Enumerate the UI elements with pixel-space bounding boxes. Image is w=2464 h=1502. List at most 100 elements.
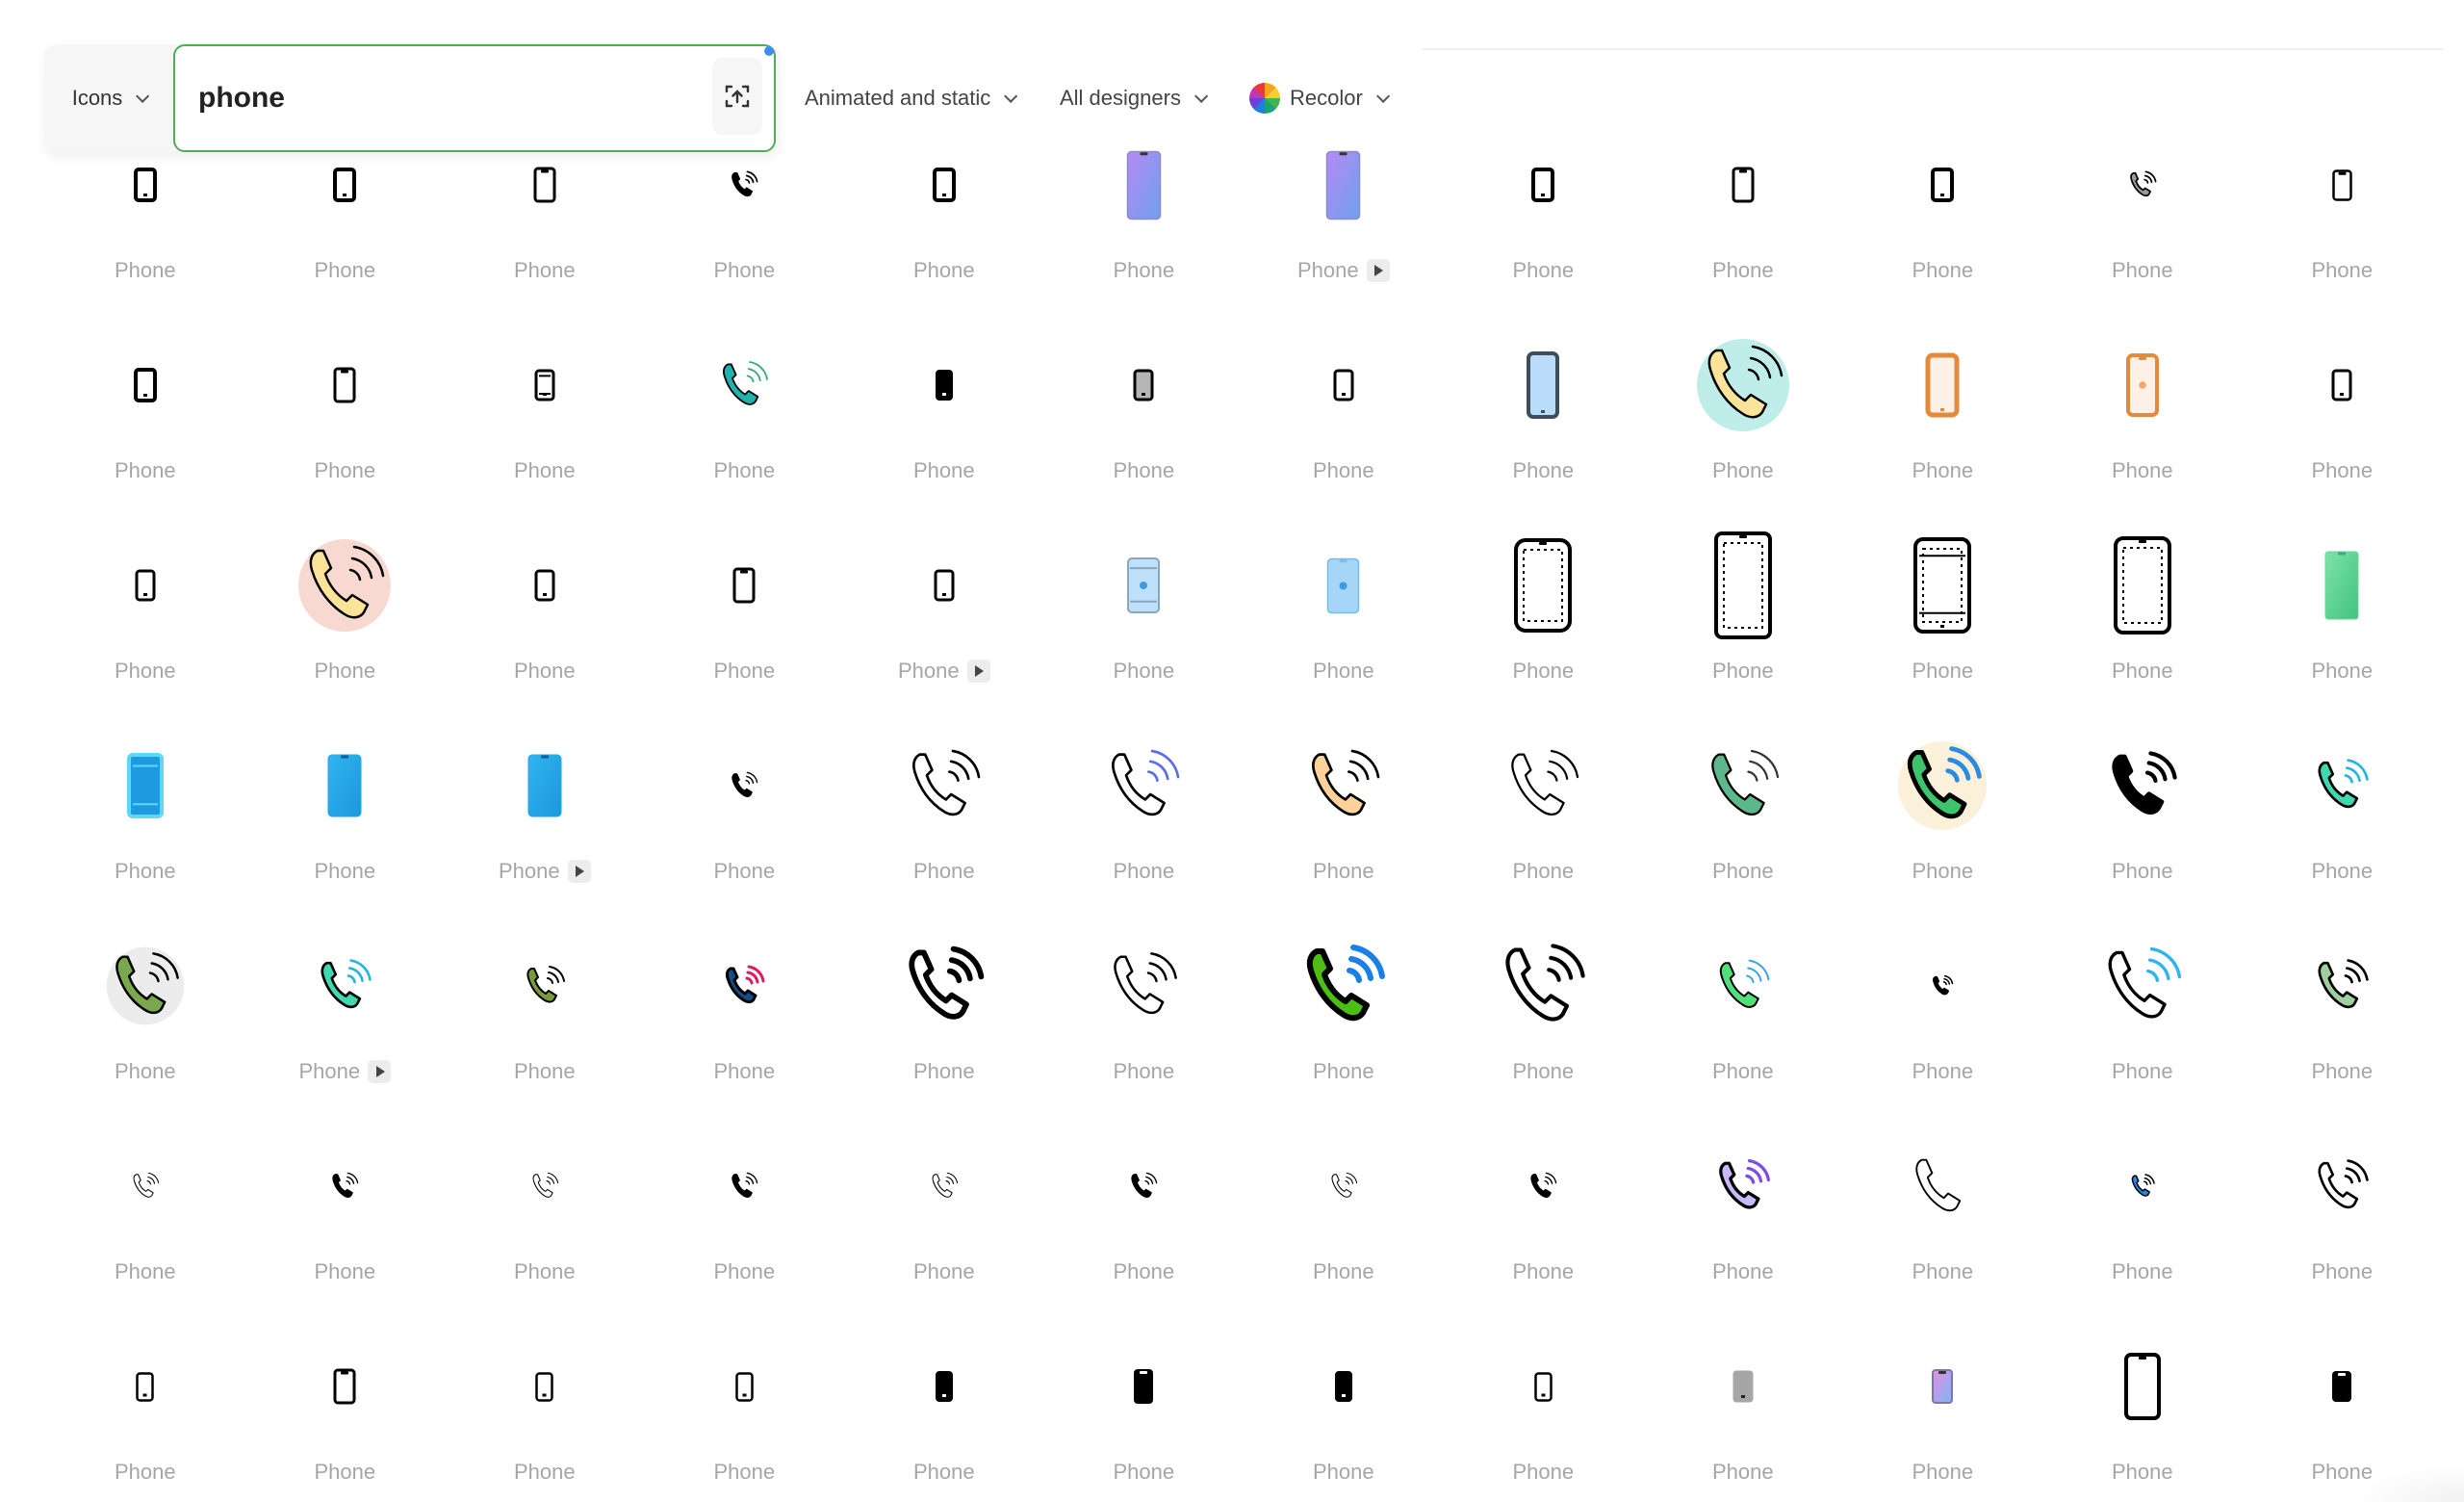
icon-result-card[interactable]: Phone bbox=[1244, 886, 1444, 1086]
icon-result-card[interactable]: Phone bbox=[2243, 85, 2443, 285]
icon-result-card[interactable]: Phone bbox=[1643, 1086, 1843, 1286]
phone-handset-icon bbox=[88, 1128, 203, 1244]
icon-result-card[interactable]: Phone bbox=[45, 886, 245, 1086]
icon-result-card[interactable]: Phone bbox=[844, 686, 1044, 886]
icon-result-card[interactable]: Phone bbox=[1444, 85, 1644, 285]
icon-result-card[interactable]: Phone bbox=[1643, 1286, 1843, 1487]
icon-result-card[interactable]: Phone bbox=[1044, 285, 1245, 485]
icon-result-card[interactable]: Phone bbox=[2042, 886, 2243, 1086]
icon-result-card[interactable]: Phone bbox=[1044, 886, 1245, 1086]
icon-result-card[interactable]: Phone bbox=[1044, 485, 1245, 686]
icon-result-card[interactable]: Phone bbox=[1244, 1286, 1444, 1487]
icon-result-card[interactable]: Phone bbox=[645, 285, 845, 485]
icon-result-label: Phone bbox=[314, 859, 376, 883]
icon-result-card[interactable]: Phone bbox=[1843, 1286, 2043, 1487]
icon-result-label: Phone bbox=[314, 1259, 376, 1283]
phone-handset-icon bbox=[1685, 728, 1801, 843]
icon-result-card[interactable]: Phone bbox=[1843, 85, 2043, 285]
icon-result-card[interactable]: Phone bbox=[1643, 686, 1843, 886]
icon-result-card[interactable]: Phone bbox=[645, 1086, 845, 1286]
icon-result-card[interactable]: Phone bbox=[445, 85, 645, 285]
icon-result-card[interactable]: Phone bbox=[1444, 1086, 1644, 1286]
icon-result-card[interactable]: Phone bbox=[1244, 285, 1444, 485]
icon-result-card[interactable]: Phone bbox=[245, 886, 446, 1086]
icon-result-card[interactable]: Phone bbox=[445, 285, 645, 485]
icon-result-card[interactable]: Phone bbox=[2243, 485, 2443, 686]
icon-result-card[interactable]: Phone bbox=[45, 686, 245, 886]
icon-result-card[interactable]: Phone bbox=[645, 886, 845, 1086]
icon-result-card[interactable]: Phone bbox=[1843, 485, 2043, 686]
icon-result-label-row: Phone bbox=[1044, 659, 1245, 684]
icon-result-card[interactable]: Phone bbox=[1044, 1086, 1245, 1286]
icon-result-card[interactable]: Phone bbox=[45, 85, 245, 285]
icon-result-label: Phone bbox=[1711, 458, 1774, 482]
icon-result-card[interactable]: Phone bbox=[45, 1086, 245, 1286]
icon-result-card[interactable]: Phone bbox=[2042, 1286, 2243, 1487]
icon-result-card[interactable]: Phone bbox=[2243, 686, 2443, 886]
icon-result-card[interactable]: Phone bbox=[445, 886, 645, 1086]
icon-result-card[interactable]: Phone bbox=[1643, 886, 1843, 1086]
icon-result-card[interactable]: Phone bbox=[1244, 85, 1444, 285]
phone-handset-icon bbox=[686, 1128, 802, 1244]
icon-result-card[interactable]: Phone bbox=[45, 485, 245, 686]
icon-result-card[interactable]: Phone bbox=[1044, 686, 1245, 886]
icon-result-card[interactable]: Phone bbox=[45, 285, 245, 485]
icon-result-card[interactable]: Phone bbox=[1444, 886, 1644, 1086]
smartphone-icon bbox=[1086, 528, 1201, 643]
icon-result-card[interactable]: Phone bbox=[245, 285, 446, 485]
icon-result-card[interactable]: Phone bbox=[1643, 285, 1843, 485]
icon-result-card[interactable]: Phone bbox=[1643, 85, 1843, 285]
icon-result-card[interactable]: Phone bbox=[2042, 285, 2243, 485]
icon-result-card[interactable]: Phone bbox=[844, 886, 1044, 1086]
icon-result-card[interactable]: Phone bbox=[2243, 886, 2443, 1086]
icon-result-card[interactable]: Phone bbox=[1444, 1286, 1644, 1487]
icon-result-card[interactable]: Phone bbox=[844, 85, 1044, 285]
icon-result-card[interactable]: Phone bbox=[1643, 485, 1843, 686]
icon-result-card[interactable]: Phone bbox=[1244, 485, 1444, 686]
icon-result-label-row: Phone bbox=[1044, 258, 1245, 283]
icon-result-card[interactable]: Phone bbox=[245, 1086, 446, 1286]
icon-result-card[interactable]: Phone bbox=[2042, 85, 2243, 285]
icon-result-label-row: Phone bbox=[1444, 458, 1644, 483]
icon-result-card[interactable]: Phone bbox=[445, 1086, 645, 1286]
icon-result-card[interactable]: Phone bbox=[2243, 1086, 2443, 1286]
icon-result-card[interactable]: Phone bbox=[245, 686, 446, 886]
icon-result-card[interactable]: Phone bbox=[445, 485, 645, 686]
icon-result-card[interactable]: Phone bbox=[1244, 686, 1444, 886]
icon-result-label-row: Phone bbox=[245, 659, 446, 684]
icon-result-card[interactable]: Phone bbox=[1444, 686, 1644, 886]
icon-result-card[interactable]: Phone bbox=[844, 285, 1044, 485]
icon-result-card[interactable]: Phone bbox=[844, 485, 1044, 686]
icon-result-card[interactable]: Phone bbox=[2243, 1286, 2443, 1487]
icon-result-card[interactable]: Phone bbox=[445, 686, 645, 886]
icon-result-card[interactable]: Phone bbox=[1044, 1286, 1245, 1487]
icon-result-card[interactable]: Phone bbox=[245, 85, 446, 285]
icon-result-card[interactable]: Phone bbox=[844, 1086, 1044, 1286]
icon-result-card[interactable]: Phone bbox=[1843, 285, 2043, 485]
icon-result-card[interactable]: Phone bbox=[245, 1286, 446, 1487]
smartphone-icon bbox=[1286, 327, 1401, 443]
icon-result-card[interactable]: Phone bbox=[445, 1286, 645, 1487]
icon-result-card[interactable]: Phone bbox=[1244, 1086, 1444, 1286]
icon-result-card[interactable]: Phone bbox=[1843, 1086, 2043, 1286]
icon-result-card[interactable]: Phone bbox=[645, 485, 845, 686]
icon-result-card[interactable]: Phone bbox=[2042, 485, 2243, 686]
icon-result-label: Phone bbox=[1312, 1259, 1374, 1283]
icon-result-card[interactable]: Phone bbox=[45, 1286, 245, 1487]
icon-result-label: Phone bbox=[2311, 859, 2374, 883]
icon-result-card[interactable]: Phone bbox=[844, 1286, 1044, 1487]
icon-result-card[interactable]: Phone bbox=[645, 686, 845, 886]
icon-result-card[interactable]: Phone bbox=[645, 1286, 845, 1487]
icon-result-card[interactable]: Phone bbox=[2042, 1086, 2243, 1286]
icon-result-card[interactable]: Phone bbox=[1843, 686, 2043, 886]
icon-result-card[interactable]: Phone bbox=[2243, 285, 2443, 485]
smartphone-icon bbox=[487, 327, 603, 443]
icon-result-card[interactable]: Phone bbox=[1044, 85, 1245, 285]
icon-result-card[interactable]: Phone bbox=[2042, 686, 2243, 886]
icon-result-card[interactable]: Phone bbox=[1444, 285, 1644, 485]
icon-result-label: Phone bbox=[1912, 1059, 1974, 1083]
icon-result-card[interactable]: Phone bbox=[245, 485, 446, 686]
icon-result-card[interactable]: Phone bbox=[645, 85, 845, 285]
icon-result-card[interactable]: Phone bbox=[1444, 485, 1644, 686]
icon-result-card[interactable]: Phone bbox=[1843, 886, 2043, 1086]
